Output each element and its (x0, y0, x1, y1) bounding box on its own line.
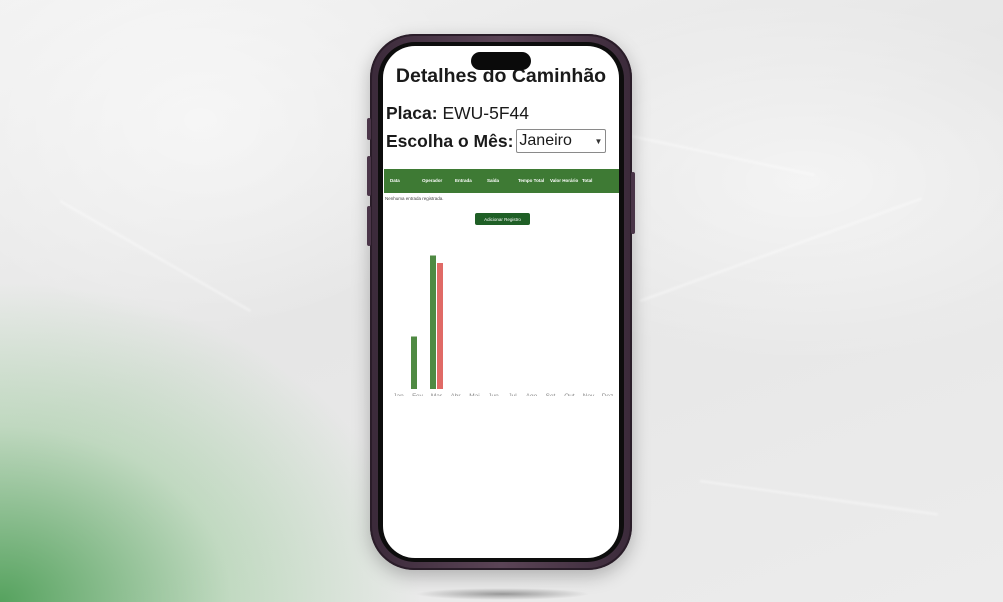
column-header-saida: Saída (487, 178, 500, 183)
x-tick-label: Dez (602, 393, 614, 396)
volume-down-button (367, 206, 371, 246)
placa-value: EWU-5F44 (442, 103, 529, 123)
x-tick-label: Jul (508, 393, 517, 396)
table-header: Data Operador Entrada Saída Tempo Total … (384, 169, 619, 193)
column-header-operador: Operador (422, 178, 443, 183)
mute-switch (367, 118, 371, 140)
placa-label: Placa: (386, 103, 438, 123)
empty-table-message: Nenhuma entrada registrada. (385, 196, 444, 201)
x-tick-label: Jun (488, 393, 499, 396)
x-tick-label: Ago (526, 393, 538, 396)
chevron-down-icon: ▼ (594, 136, 603, 146)
column-header-tempo-total: Tempo Total (518, 178, 545, 183)
volume-up-button (367, 156, 371, 196)
placa-row: Placa: EWU-5F44 (386, 103, 529, 124)
column-header-valor-horario: Valor Horário (550, 178, 579, 183)
monthly-bar-chart: Jan Fev Mar Abr Mai Jun Jul Ago Set Out Nov Dez (393, 255, 614, 396)
x-tick-label: Mai (469, 393, 479, 396)
month-label: Escolha o Mês: (386, 130, 514, 151)
bar-fev-series-1 (411, 336, 417, 389)
x-tick-label: Set (546, 393, 556, 396)
month-row: Escolha o Mês: Janeiro ▼ (386, 129, 607, 153)
power-button (631, 172, 635, 234)
column-header-data: Data (390, 178, 400, 183)
x-tick-label: Mar (431, 393, 443, 396)
x-tick-label: Jan (393, 393, 404, 396)
x-tick-label: Out (564, 393, 575, 396)
dynamic-island (471, 52, 531, 70)
x-tick-label: Fev (412, 393, 424, 396)
bar-mar-series-2 (437, 263, 443, 389)
add-record-button[interactable]: Adicionar Registro (475, 213, 530, 225)
bar-mar-series-1 (430, 255, 436, 389)
month-select[interactable]: Janeiro ▼ (516, 129, 607, 153)
phone-frame: Detalhes do Caminhão Placa: EWU-5F44 Esc… (367, 34, 635, 570)
x-tick-label: Nov (583, 393, 595, 396)
phone-screen: Detalhes do Caminhão Placa: EWU-5F44 Esc… (383, 46, 619, 558)
column-header-entrada: Entrada (455, 178, 472, 183)
x-tick-label: Abr (450, 393, 461, 396)
phone-shadow (415, 588, 590, 600)
month-selected-value: Janeiro (519, 132, 572, 149)
column-header-total: Total (582, 178, 593, 183)
